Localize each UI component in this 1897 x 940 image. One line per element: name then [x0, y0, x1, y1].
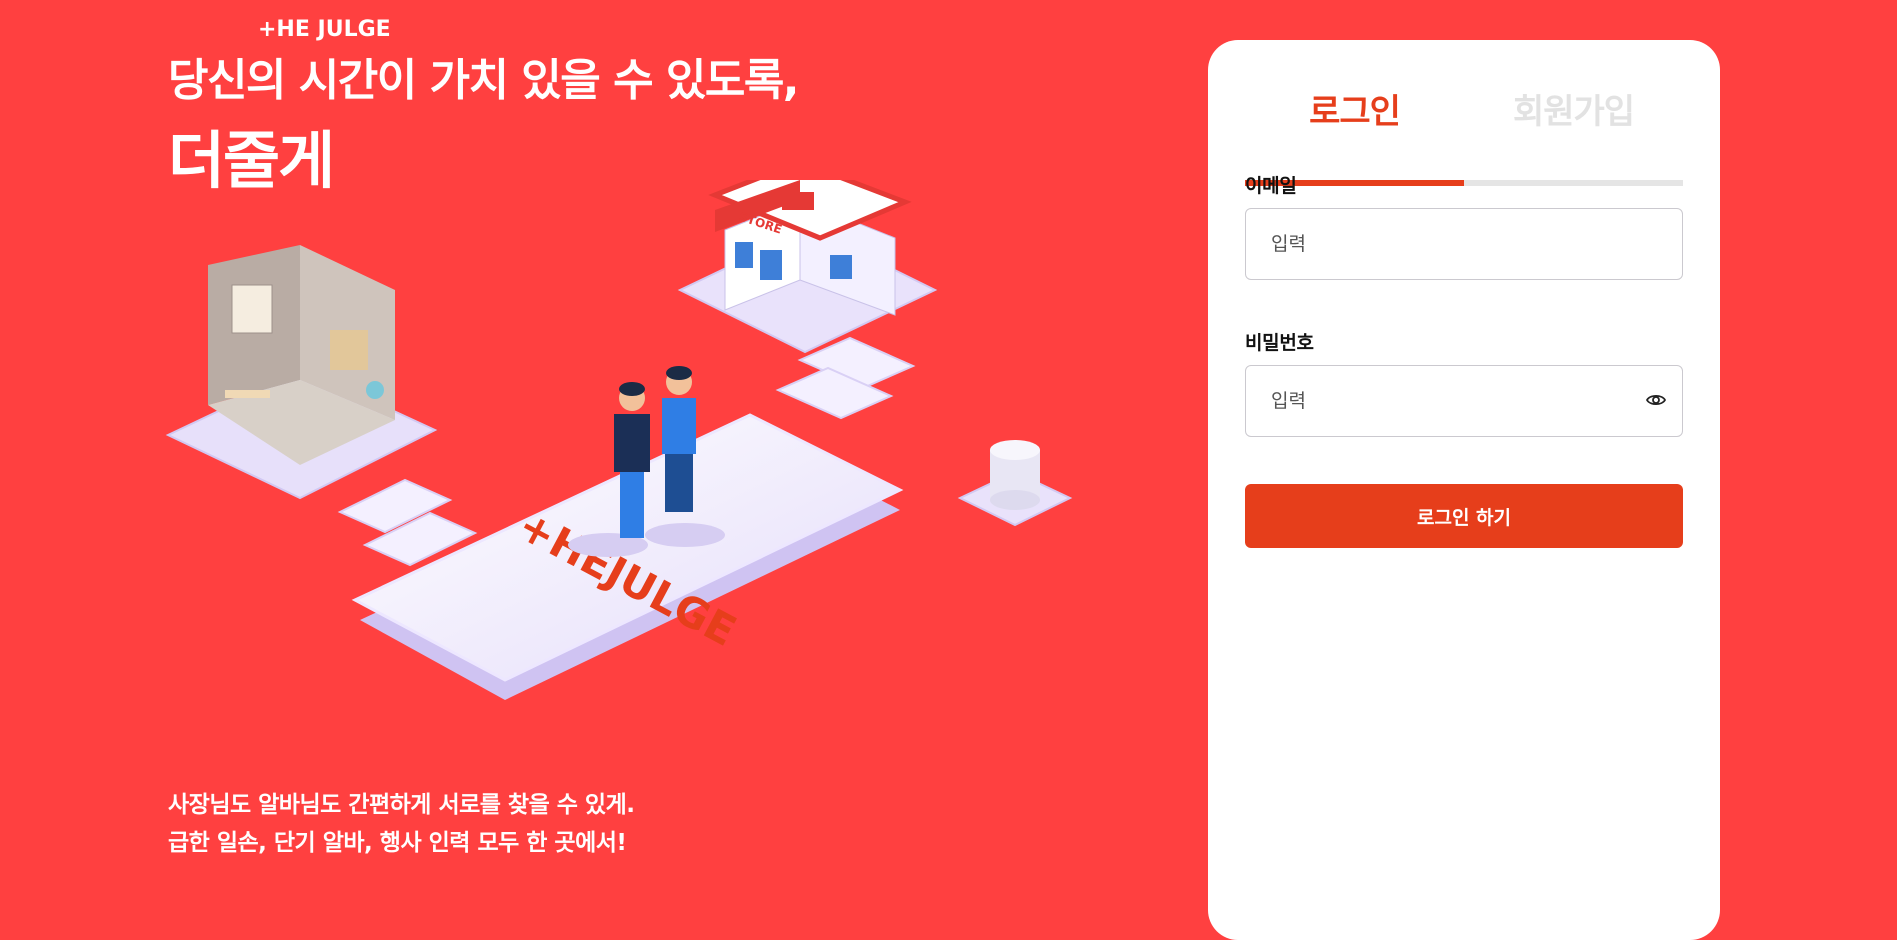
auth-card: 로그인 회원가입 이메일 비밀번호 로그인 하기 — [1208, 40, 1720, 940]
tab-signup-indicator — [1464, 180, 1683, 186]
hero-headline-line1: 당신의 시간이 가치 있을 수 있도록, — [168, 55, 800, 106]
password-label: 비밀번호 — [1245, 332, 1314, 354]
store-illustration: STORE — [677, 180, 938, 354]
coins-illustration — [957, 440, 1073, 527]
step-tiles-right — [775, 336, 916, 420]
tab-login[interactable]: 로그인 — [1245, 80, 1464, 180]
brand-logo-text: +HE JULGE — [258, 17, 391, 42]
auth-tabs: 로그인 회원가입 — [1245, 80, 1683, 186]
login-button[interactable]: 로그인 하기 — [1245, 484, 1683, 548]
hero-illustration: +HEJULGE STORE — [165, 180, 1073, 700]
hero-tagline: 사장님도 알바님도 간편하게 서로를 찾을 수 있게. 급한 일손, 단기 알바… — [168, 786, 635, 862]
password-field-wrapper — [1245, 365, 1683, 437]
tab-signup[interactable]: 회원가입 — [1464, 80, 1683, 180]
email-field[interactable] — [1246, 209, 1682, 279]
email-label: 이메일 — [1245, 175, 1297, 197]
email-field-wrapper — [1245, 208, 1683, 280]
hero-tagline-line2: 급한 일손, 단기 알바, 행사 인력 모두 한 곳에서! — [168, 830, 627, 856]
eye-icon[interactable] — [1646, 390, 1666, 410]
hero-tagline-line1: 사장님도 알바님도 간편하게 서로를 찾을 수 있게. — [168, 792, 635, 818]
office-room-illustration — [165, 245, 438, 500]
brand-logo: +HE JULGE — [258, 17, 391, 42]
password-field[interactable] — [1246, 366, 1682, 436]
